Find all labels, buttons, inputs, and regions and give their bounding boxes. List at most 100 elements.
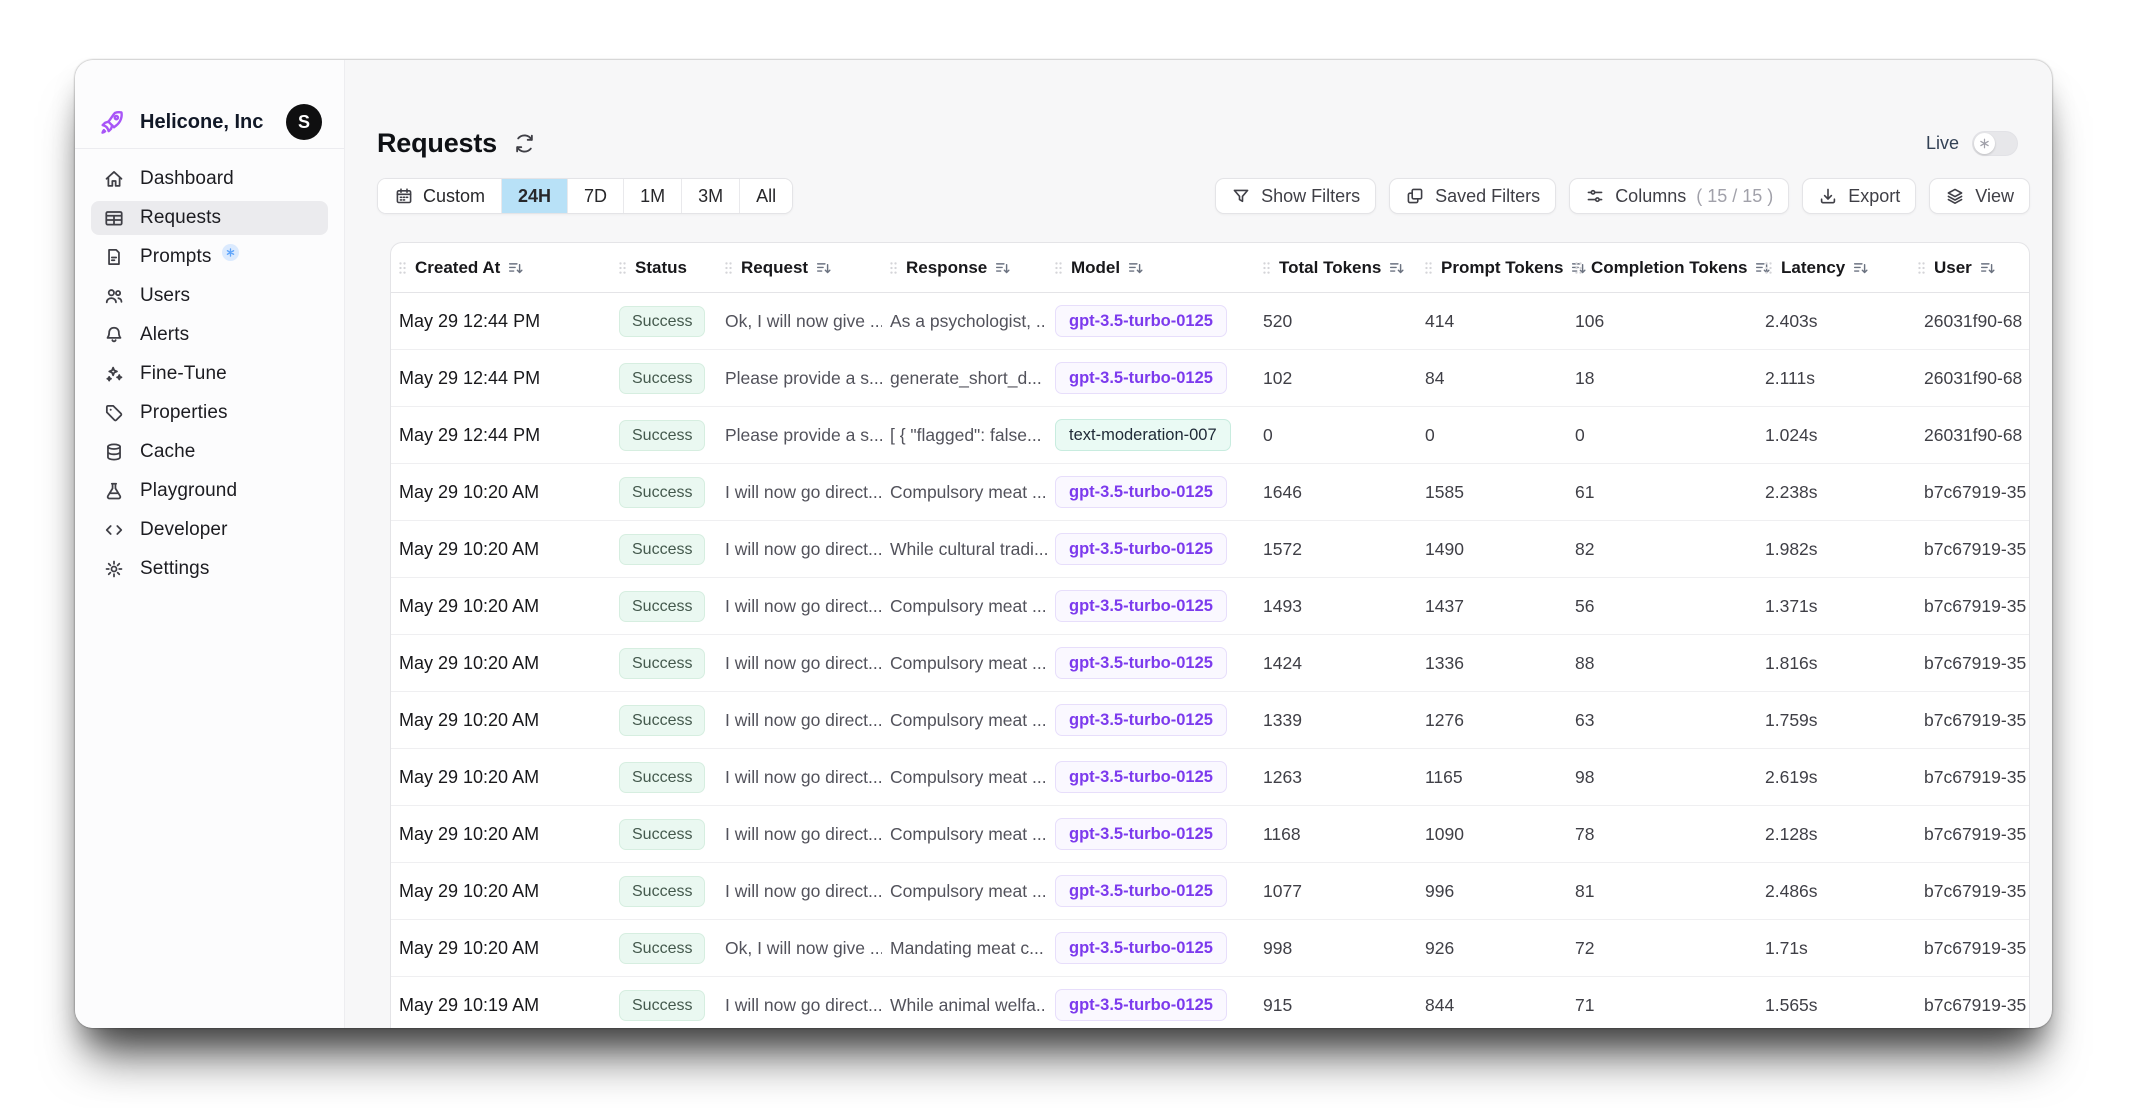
cell-total-tokens: 0 — [1255, 425, 1417, 446]
cell-request: I will now go direct... — [717, 881, 882, 902]
column-header-latency[interactable]: Latency — [1757, 258, 1910, 278]
time-range-selector: Custom24H7D 1M 3M All — [377, 178, 793, 214]
cell-prompt-tokens: 0 — [1417, 425, 1567, 446]
sidebar-item-dashboard[interactable]: Dashboard — [91, 162, 328, 196]
sort-icon[interactable] — [815, 259, 833, 277]
cell-prompt-tokens: 996 — [1417, 881, 1567, 902]
time-range-custom[interactable]: Custom — [378, 179, 501, 213]
time-range-label: 3M — [698, 186, 723, 207]
time-range-all[interactable]: All — [739, 179, 792, 213]
model-badge: gpt-3.5-turbo-0125 — [1055, 761, 1227, 793]
sidebar-item-prompts[interactable]: Prompts — [91, 240, 328, 274]
refresh-icon[interactable] — [513, 132, 536, 155]
time-range-7d[interactable]: 7D — [567, 179, 623, 213]
saved-filters-button[interactable]: Saved Filters — [1389, 178, 1556, 214]
table-row[interactable]: May 29 12:44 PM Success Please provide a… — [391, 350, 2029, 407]
cell-response: Compulsory meat ... — [882, 596, 1047, 617]
cell-latency: 1.71s — [1757, 938, 1910, 959]
column-header-status[interactable]: Status — [611, 258, 717, 278]
columns-button[interactable]: Columns ( 15 / 15 ) — [1569, 178, 1789, 214]
model-badge: gpt-3.5-turbo-0125 — [1055, 533, 1227, 565]
cell-latency: 1.024s — [1757, 425, 1910, 446]
cell-latency: 1.565s — [1757, 995, 1910, 1016]
cell-prompt-tokens: 414 — [1417, 311, 1567, 332]
table-row[interactable]: May 29 10:20 AM Success I will now go di… — [391, 635, 2029, 692]
cell-request: I will now go direct... — [717, 539, 882, 560]
table-row[interactable]: May 29 12:44 PM Success Please provide a… — [391, 407, 2029, 464]
table-row[interactable]: May 29 10:20 AM Success I will now go di… — [391, 806, 2029, 863]
sidebar-item-alerts[interactable]: Alerts — [91, 318, 328, 352]
show-filters-button[interactable]: Show Filters — [1215, 178, 1376, 214]
export-button[interactable]: Export — [1802, 178, 1916, 214]
main-content: Requests Live Custom24H7D1M3MAll Show Fi… — [345, 60, 2052, 1028]
cell-response: Compulsory meat ... — [882, 824, 1047, 845]
column-header-completion-tokens[interactable]: Completion Tokens — [1567, 258, 1757, 278]
column-header-total-tokens[interactable]: Total Tokens — [1255, 258, 1417, 278]
cell-prompt-tokens: 1490 — [1417, 539, 1567, 560]
cell-created-at: May 29 12:44 PM — [391, 368, 611, 389]
cell-created-at: May 29 10:20 AM — [391, 938, 611, 959]
column-header-response[interactable]: Response — [882, 258, 1047, 278]
cell-created-at: May 29 10:20 AM — [391, 881, 611, 902]
table-row[interactable]: May 29 10:19 AM Success I will now go di… — [391, 977, 2029, 1028]
cell-request: Ok, I will now give ... — [717, 938, 882, 959]
view-button[interactable]: View — [1929, 178, 2030, 214]
live-toggle[interactable] — [1972, 131, 2018, 156]
cell-user: b7c67919-35 — [1910, 881, 2029, 902]
table-row[interactable]: May 29 10:20 AM Success I will now go di… — [391, 749, 2029, 806]
sidebar-item-requests[interactable]: Requests — [91, 201, 328, 235]
cell-total-tokens: 1424 — [1255, 653, 1417, 674]
org-switcher[interactable]: Helicone, Inc S — [91, 104, 328, 140]
sort-icon[interactable] — [1852, 259, 1870, 277]
status-badge: Success — [619, 648, 705, 679]
sidebar-item-cache[interactable]: Cache — [91, 435, 328, 469]
sidebar-item-playground[interactable]: Playground — [91, 474, 328, 508]
cell-completion-tokens: 82 — [1567, 539, 1757, 560]
cell-latency: 2.403s — [1757, 311, 1910, 332]
cell-request: Please provide a s... — [717, 425, 882, 446]
time-range-24h[interactable]: 24H — [501, 179, 567, 213]
column-header-user[interactable]: User — [1910, 258, 2029, 278]
avatar[interactable]: S — [286, 104, 322, 140]
time-range-label: 1M — [640, 186, 665, 207]
sidebar-item-settings[interactable]: Settings — [91, 552, 328, 586]
sort-icon[interactable] — [507, 259, 525, 277]
sidebar-nav: Dashboard Requests Prompts Users Alerts … — [91, 149, 328, 586]
table-row[interactable]: May 29 10:20 AM Success I will now go di… — [391, 692, 2029, 749]
table-row[interactable]: May 29 10:20 AM Success I will now go di… — [391, 863, 2029, 920]
column-header-created-at[interactable]: Created At — [391, 258, 611, 278]
sort-icon[interactable] — [994, 259, 1012, 277]
cell-response: [ { "flagged": false... — [882, 425, 1047, 446]
table-row[interactable]: May 29 10:20 AM Success I will now go di… — [391, 578, 2029, 635]
table-row[interactable]: May 29 12:44 PM Success Ok, I will now g… — [391, 293, 2029, 350]
sidebar-item-properties[interactable]: Properties — [91, 396, 328, 430]
cell-request: I will now go direct... — [717, 710, 882, 731]
cell-created-at: May 29 12:44 PM — [391, 425, 611, 446]
sort-icon[interactable] — [1979, 259, 1997, 277]
time-range-3m[interactable]: 3M — [681, 179, 739, 213]
cell-request: I will now go direct... — [717, 482, 882, 503]
cell-prompt-tokens: 84 — [1417, 368, 1567, 389]
status-badge: Success — [619, 306, 705, 337]
cell-user: 26031f90-68 — [1910, 311, 2029, 332]
sidebar-item-developer[interactable]: Developer — [91, 513, 328, 547]
column-header-prompt-tokens[interactable]: Prompt Tokens — [1417, 258, 1567, 278]
cell-prompt-tokens: 926 — [1417, 938, 1567, 959]
sort-icon[interactable] — [1127, 259, 1145, 277]
cell-latency: 1.816s — [1757, 653, 1910, 674]
live-label: Live — [1926, 133, 1959, 154]
status-badge: Success — [619, 876, 705, 907]
cell-completion-tokens: 56 — [1567, 596, 1757, 617]
sidebar-item-fine-tune[interactable]: Fine-Tune — [91, 357, 328, 391]
cell-user: b7c67919-35 — [1910, 710, 2029, 731]
table-row[interactable]: May 29 10:20 AM Success I will now go di… — [391, 464, 2029, 521]
model-badge: gpt-3.5-turbo-0125 — [1055, 704, 1227, 736]
column-header-model[interactable]: Model — [1047, 258, 1255, 278]
table-row[interactable]: May 29 10:20 AM Success Ok, I will now g… — [391, 920, 2029, 977]
code-icon — [103, 519, 125, 541]
sidebar-item-users[interactable]: Users — [91, 279, 328, 313]
column-header-request[interactable]: Request — [717, 258, 882, 278]
time-range-1m[interactable]: 1M — [623, 179, 681, 213]
table-row[interactable]: May 29 10:20 AM Success I will now go di… — [391, 521, 2029, 578]
sort-icon[interactable] — [1388, 259, 1406, 277]
